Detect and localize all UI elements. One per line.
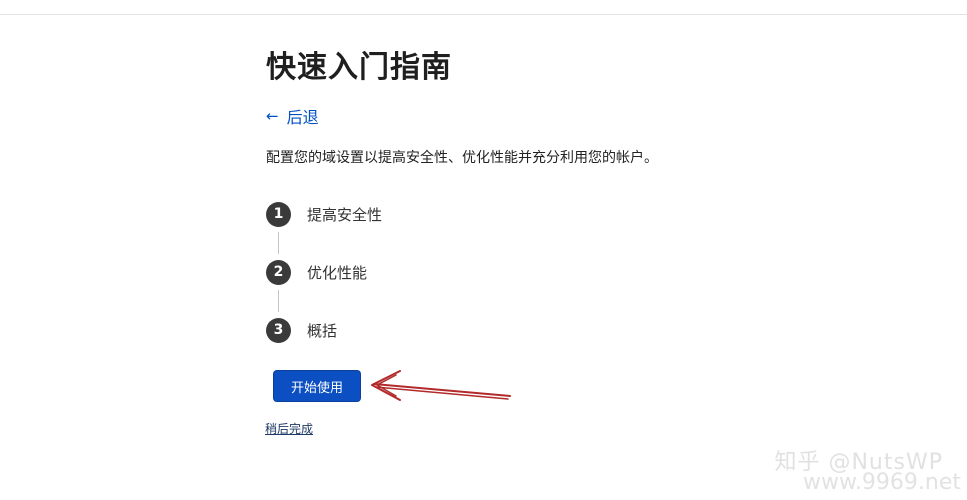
get-started-button[interactable]: 开始使用 [273,370,361,402]
step-item: 2 优化性能 [266,259,786,285]
step-connector [278,232,279,254]
step-connector [278,290,279,312]
top-bar [0,0,967,15]
step-number-badge: 2 [266,259,291,285]
step-label: 优化性能 [307,263,368,282]
back-link[interactable]: ← 后退 [266,104,319,128]
back-label: 后退 [286,108,319,127]
annotation-arrow-icon [371,370,511,401]
watermark-url: www.9969.net [802,470,961,495]
step-number-badge: 1 [266,201,291,227]
page-title: 快速入门指南 [266,50,452,85]
step-item: 1 提高安全性 [266,201,786,227]
finish-later-link[interactable]: 稍后完成 [265,420,313,437]
arrow-left-icon: ← [266,107,279,125]
step-number-badge: 3 [266,317,291,343]
step-label: 提高安全性 [307,205,383,224]
steps-list: 1 提高安全性 2 优化性能 3 概括 [266,201,786,343]
step-item: 3 概括 [266,317,786,343]
intro-description: 配置您的域设置以提高安全性、优化性能并充分利用您的帐户。 [266,150,658,166]
quick-start-panel: 快速入门指南 ← 后退 配置您的域设置以提高安全性、优化性能并充分利用您的帐户。… [265,40,786,436]
step-label: 概括 [307,321,338,340]
